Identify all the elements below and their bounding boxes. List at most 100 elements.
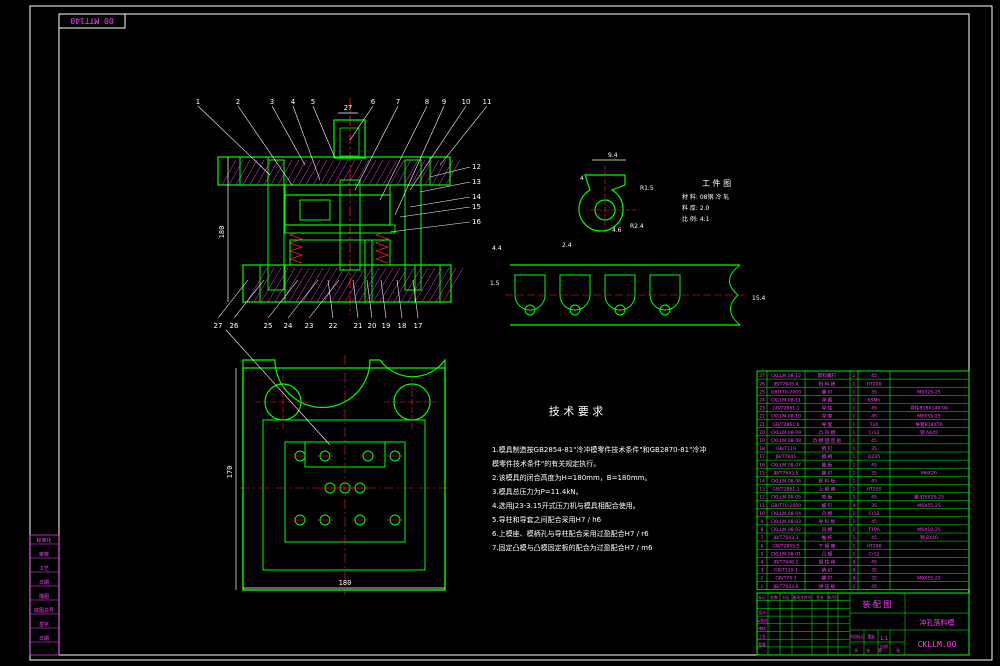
bom-cell: 推 杆 bbox=[822, 534, 833, 541]
bom-cell: 4 bbox=[853, 576, 856, 582]
title-block-label: 审核 bbox=[758, 626, 766, 631]
bom-cell: 35 bbox=[871, 568, 877, 574]
tech-requirement-line: 模零件技术条件"的有关规定执行。 bbox=[492, 459, 600, 468]
bom-cell: Cr12 bbox=[869, 551, 880, 557]
bom-cell: 45 bbox=[871, 462, 877, 468]
tech-requirement-line: 1.模具制造按GB2854-81"冷冲模零件技术条件"和GB2870-81"冷冲 bbox=[492, 445, 706, 454]
title-block-label: 批准 bbox=[758, 642, 766, 647]
bom-cell: 凸 凹 模 bbox=[819, 429, 836, 436]
bom-cell: CKLLM.08-09 bbox=[771, 430, 801, 436]
part-number-label: 4 bbox=[291, 98, 296, 106]
bom-cell: 16 bbox=[759, 462, 765, 468]
bom-cell: 22 bbox=[759, 414, 765, 420]
bom-cell: CKLLM.08-07 bbox=[771, 462, 801, 468]
title-scale: 1:1 bbox=[880, 636, 888, 642]
bom-cell: 4 bbox=[853, 503, 856, 509]
workpiece-dimension: 4.6 bbox=[612, 227, 622, 234]
bom-cell: 导 柱 bbox=[822, 405, 833, 412]
bom-cell: 13 bbox=[759, 487, 765, 493]
bom-cell: 45 bbox=[871, 373, 877, 379]
bom-cell: 45 bbox=[871, 479, 877, 485]
title-block-label: 更改文件号 bbox=[793, 595, 812, 600]
part-number-label: 19 bbox=[382, 322, 391, 330]
bom-cell: 45 bbox=[871, 495, 877, 501]
part-number-label: 10 bbox=[462, 98, 471, 106]
title-block-label: 阶段标记 bbox=[849, 634, 864, 639]
bom-cell: 19 bbox=[759, 438, 765, 444]
bom-cell: JB/T7643.5 bbox=[773, 470, 799, 476]
left-block-label: 工艺 bbox=[39, 566, 49, 572]
bom-cell: 销 8X40 bbox=[920, 534, 938, 541]
bom-cell: 2 bbox=[761, 576, 764, 582]
bom-cell: CKLLM.08-11 bbox=[771, 398, 801, 404]
bom-cell: 5 bbox=[761, 551, 764, 557]
bom-cell: Cr12 bbox=[869, 430, 880, 436]
bom-cell: M6X25-25 bbox=[917, 389, 940, 395]
bom-cell: HT200 bbox=[866, 543, 881, 549]
part-number-label: 21 bbox=[354, 322, 363, 330]
bom-cell: 1 bbox=[853, 543, 856, 549]
bom-cell: 凸 模 bbox=[822, 550, 833, 557]
bom-cell: 4 bbox=[853, 568, 856, 574]
title-block-label: 年月日 bbox=[827, 595, 839, 600]
title-block-label: 签名 bbox=[816, 595, 824, 600]
bom-cell: 45 bbox=[871, 438, 877, 444]
title-block-label: 处数 bbox=[770, 595, 778, 600]
left-block-label: 日期 bbox=[39, 636, 49, 642]
part-number-label: 23 bbox=[305, 322, 314, 330]
bom-cell: JB/T7643.6 bbox=[773, 584, 799, 590]
title-block-label: 标记 bbox=[758, 595, 766, 600]
tech-requirement-line: 5.导柱和导套之间配合采用H7 / h6 bbox=[492, 515, 602, 524]
bom-cell: 1 bbox=[853, 535, 856, 541]
bom-cell: CKLLM.08-01 bbox=[771, 551, 801, 557]
left-block-label: 描图 bbox=[39, 593, 49, 600]
part-number-label: 9 bbox=[442, 98, 446, 106]
bom-cell: 螺 钉 bbox=[822, 575, 833, 582]
bom-cell: 1 bbox=[853, 398, 856, 404]
title-block-label: 共 bbox=[854, 648, 858, 653]
part-number-label: 5 bbox=[311, 98, 315, 106]
bom-cell: 1 bbox=[761, 584, 764, 590]
bom-cell: M6X55-25 bbox=[917, 414, 940, 420]
bom-cell: 卸 料 板 bbox=[819, 478, 836, 485]
workpiece-scale: 比 例: 4:1 bbox=[682, 215, 710, 223]
bom-cell: 1 bbox=[853, 414, 856, 420]
bom-cell: M6X20 bbox=[921, 470, 937, 476]
bom-cell: 导 套 bbox=[822, 421, 833, 428]
title-block-label: 分区 bbox=[782, 595, 790, 600]
part-number-label: 20 bbox=[368, 322, 377, 330]
bom-cell: 1 bbox=[853, 584, 856, 590]
bom-cell: GB/T70-2000 bbox=[771, 389, 801, 395]
bom-cell: 8 bbox=[761, 527, 764, 533]
strip-dimension: 2.4 bbox=[562, 242, 572, 249]
bom-cell: Cr12 bbox=[869, 511, 880, 517]
bom-cell: 1 bbox=[853, 438, 856, 444]
bom-cell: 7 bbox=[761, 535, 764, 541]
plan-width-dim: 180 bbox=[339, 579, 352, 587]
bom-cell: 26 bbox=[759, 381, 765, 387]
bom-cell: 1 bbox=[853, 487, 856, 493]
bom-cell: 弹 压 板 bbox=[819, 583, 836, 590]
bom-cell: 1 bbox=[853, 446, 856, 452]
bom-cell: 1 bbox=[853, 430, 856, 436]
bom-cell: 1 bbox=[853, 422, 856, 428]
bom-cell: 凸 模 固 定 板 bbox=[813, 437, 842, 444]
part-number-label: 17 bbox=[414, 322, 423, 330]
bom-cell: 螺 钉 bbox=[822, 388, 833, 395]
bom-cell: 45 bbox=[871, 414, 877, 420]
bom-cell: 35 bbox=[871, 446, 877, 452]
part-number-label: 1 bbox=[196, 98, 200, 106]
bom-cell: T10A bbox=[867, 527, 881, 533]
part-number-label: 12 bbox=[472, 163, 481, 171]
workpiece-material: 材 料: 08钢 冷 轧 bbox=[682, 193, 729, 201]
title-block-label: 重量 bbox=[867, 634, 875, 639]
bom-cell: 35 bbox=[871, 503, 877, 509]
bom-cell: 弹 簧 bbox=[822, 397, 833, 404]
bom-cell: CKLLM.08-04 bbox=[771, 511, 801, 517]
bom-cell: 35 bbox=[871, 470, 877, 476]
bom-cell: 上 模 座 bbox=[819, 486, 836, 493]
bom-cell: 45 bbox=[871, 519, 877, 525]
bom-cell: 模 柄 bbox=[822, 453, 833, 460]
bom-cell: HT200 bbox=[866, 487, 881, 493]
part-number-label: 13 bbox=[472, 178, 481, 186]
